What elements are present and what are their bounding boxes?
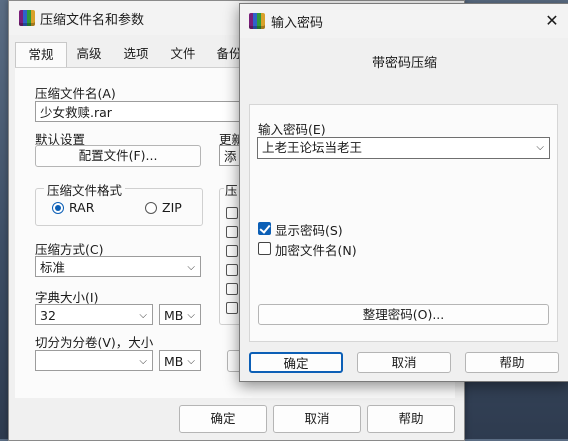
- format-zip-radio[interactable]: [145, 202, 157, 214]
- format-rar-label: RAR: [69, 200, 95, 215]
- tab-general[interactable]: 常规: [15, 42, 67, 69]
- password-cancel-button[interactable]: 取消: [357, 352, 451, 373]
- close-icon[interactable]: ✕: [535, 4, 568, 38]
- password-ok-button[interactable]: 确定: [249, 352, 343, 373]
- archive-help-button[interactable]: 帮助: [367, 405, 455, 433]
- password-panel: 输入密码(E) 上老王论坛当老王 ⌵ 显示密码(S) 加密文件名(N) 整理密码…: [249, 104, 558, 342]
- archive-dialog-title: 压缩文件名和参数: [40, 13, 145, 28]
- password-help-button[interactable]: 帮助: [465, 352, 559, 373]
- organize-passwords-button[interactable]: 整理密码(O)...: [258, 304, 549, 325]
- enter-password-dialog: 输入密码 ✕ 带密码压缩 输入密码(E) 上老王论坛当老王 ⌵ 显示密码(S) …: [239, 3, 568, 382]
- archive-option-checkbox[interactable]: [226, 302, 238, 314]
- format-rar-radio[interactable]: [52, 202, 64, 214]
- archive-option-checkbox[interactable]: [226, 264, 238, 276]
- show-password-checkbox[interactable]: [258, 222, 271, 235]
- password-input[interactable]: 上老王论坛当老王 ⌵: [257, 137, 550, 159]
- password-value: 上老王论坛当老王: [262, 140, 363, 155]
- archive-option-checkbox[interactable]: [226, 226, 238, 238]
- tab-files[interactable]: 文件: [161, 42, 205, 66]
- split-unit-value: MB: [164, 354, 184, 369]
- password-dialog-subtitle: 带密码压缩: [371, 56, 437, 71]
- format-zip-label: ZIP: [162, 200, 182, 215]
- compression-method-value: 标准: [40, 260, 66, 275]
- password-dialog-title: 输入密码: [271, 16, 324, 31]
- tab-advanced[interactable]: 高级: [67, 42, 111, 66]
- chevron-down-icon: ⌵: [187, 356, 195, 367]
- dictionary-unit-select[interactable]: MB ⌵: [159, 304, 201, 325]
- archive-option-checkbox[interactable]: [226, 283, 238, 295]
- encrypt-filenames-label: 加密文件名(N): [275, 243, 357, 258]
- archive-option-checkbox[interactable]: [226, 245, 238, 257]
- chevron-down-icon: ⌵: [139, 356, 147, 367]
- archive-format-group: 压缩文件格式 RAR ZIP: [35, 180, 203, 226]
- password-dialog-titlebar: 输入密码 ✕: [240, 4, 568, 38]
- tab-options[interactable]: 选项: [113, 42, 159, 66]
- chevron-down-icon: ⌵: [187, 262, 195, 273]
- encrypt-filenames-checkbox[interactable]: [258, 242, 271, 255]
- archive-format-title: 压缩文件格式: [44, 180, 126, 199]
- split-unit-select[interactable]: MB ⌵: [159, 350, 201, 371]
- archive-name-input[interactable]: 少女救赎.rar: [35, 101, 255, 122]
- archive-options-title: 压: [224, 180, 239, 199]
- chevron-down-icon: ⌵: [139, 310, 147, 321]
- enter-password-label: 输入密码(E): [258, 122, 326, 137]
- dictionary-unit-value: MB: [164, 308, 184, 323]
- show-password-label: 显示密码(S): [275, 223, 343, 238]
- split-volumes-label: 切分为分卷(V)，大小: [35, 335, 154, 350]
- archive-ok-button[interactable]: 确定: [179, 405, 267, 433]
- winrar-icon: [249, 13, 265, 29]
- archive-cancel-button[interactable]: 取消: [273, 405, 361, 433]
- profiles-button[interactable]: 配置文件(F)...: [35, 145, 201, 167]
- winrar-icon: [19, 10, 35, 26]
- archive-option-checkbox[interactable]: [226, 207, 238, 219]
- chevron-down-icon: ⌵: [187, 310, 195, 321]
- dictionary-size-value: 32: [40, 308, 56, 323]
- compression-method-select[interactable]: 标准 ⌵: [35, 256, 201, 277]
- dictionary-size-select[interactable]: 32 ⌵: [35, 304, 153, 325]
- split-size-input[interactable]: ⌵: [35, 350, 153, 371]
- chevron-down-icon: ⌵: [536, 142, 544, 153]
- archive-name-label: 压缩文件名(A): [35, 86, 116, 101]
